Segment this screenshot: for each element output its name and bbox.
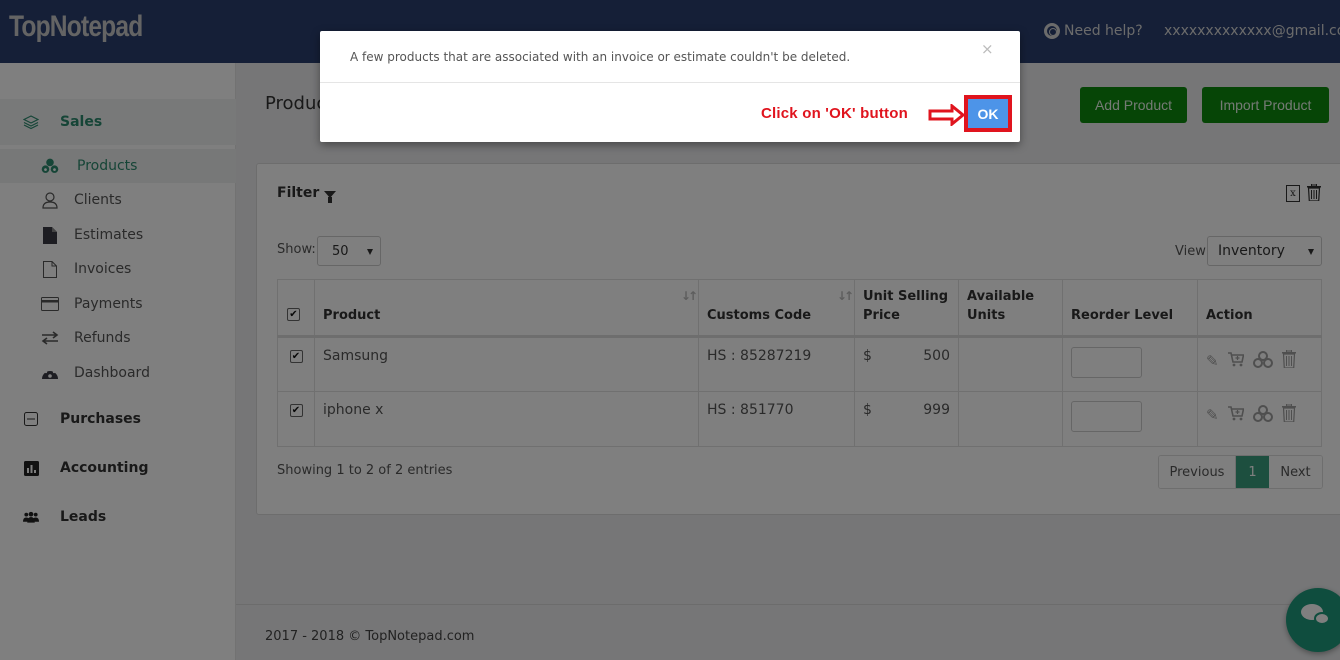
close-icon[interactable]: × bbox=[981, 40, 994, 58]
dialog-body: A few products that are associated with … bbox=[320, 31, 1020, 83]
alert-dialog: A few products that are associated with … bbox=[320, 31, 1020, 142]
instruction-annotation: Click on 'OK' button bbox=[761, 105, 908, 122]
arrow-right-icon bbox=[928, 102, 966, 130]
dialog-message: A few products that are associated with … bbox=[350, 50, 851, 64]
ok-button[interactable]: OK bbox=[968, 99, 1008, 128]
ok-highlight-frame: OK bbox=[964, 95, 1012, 132]
